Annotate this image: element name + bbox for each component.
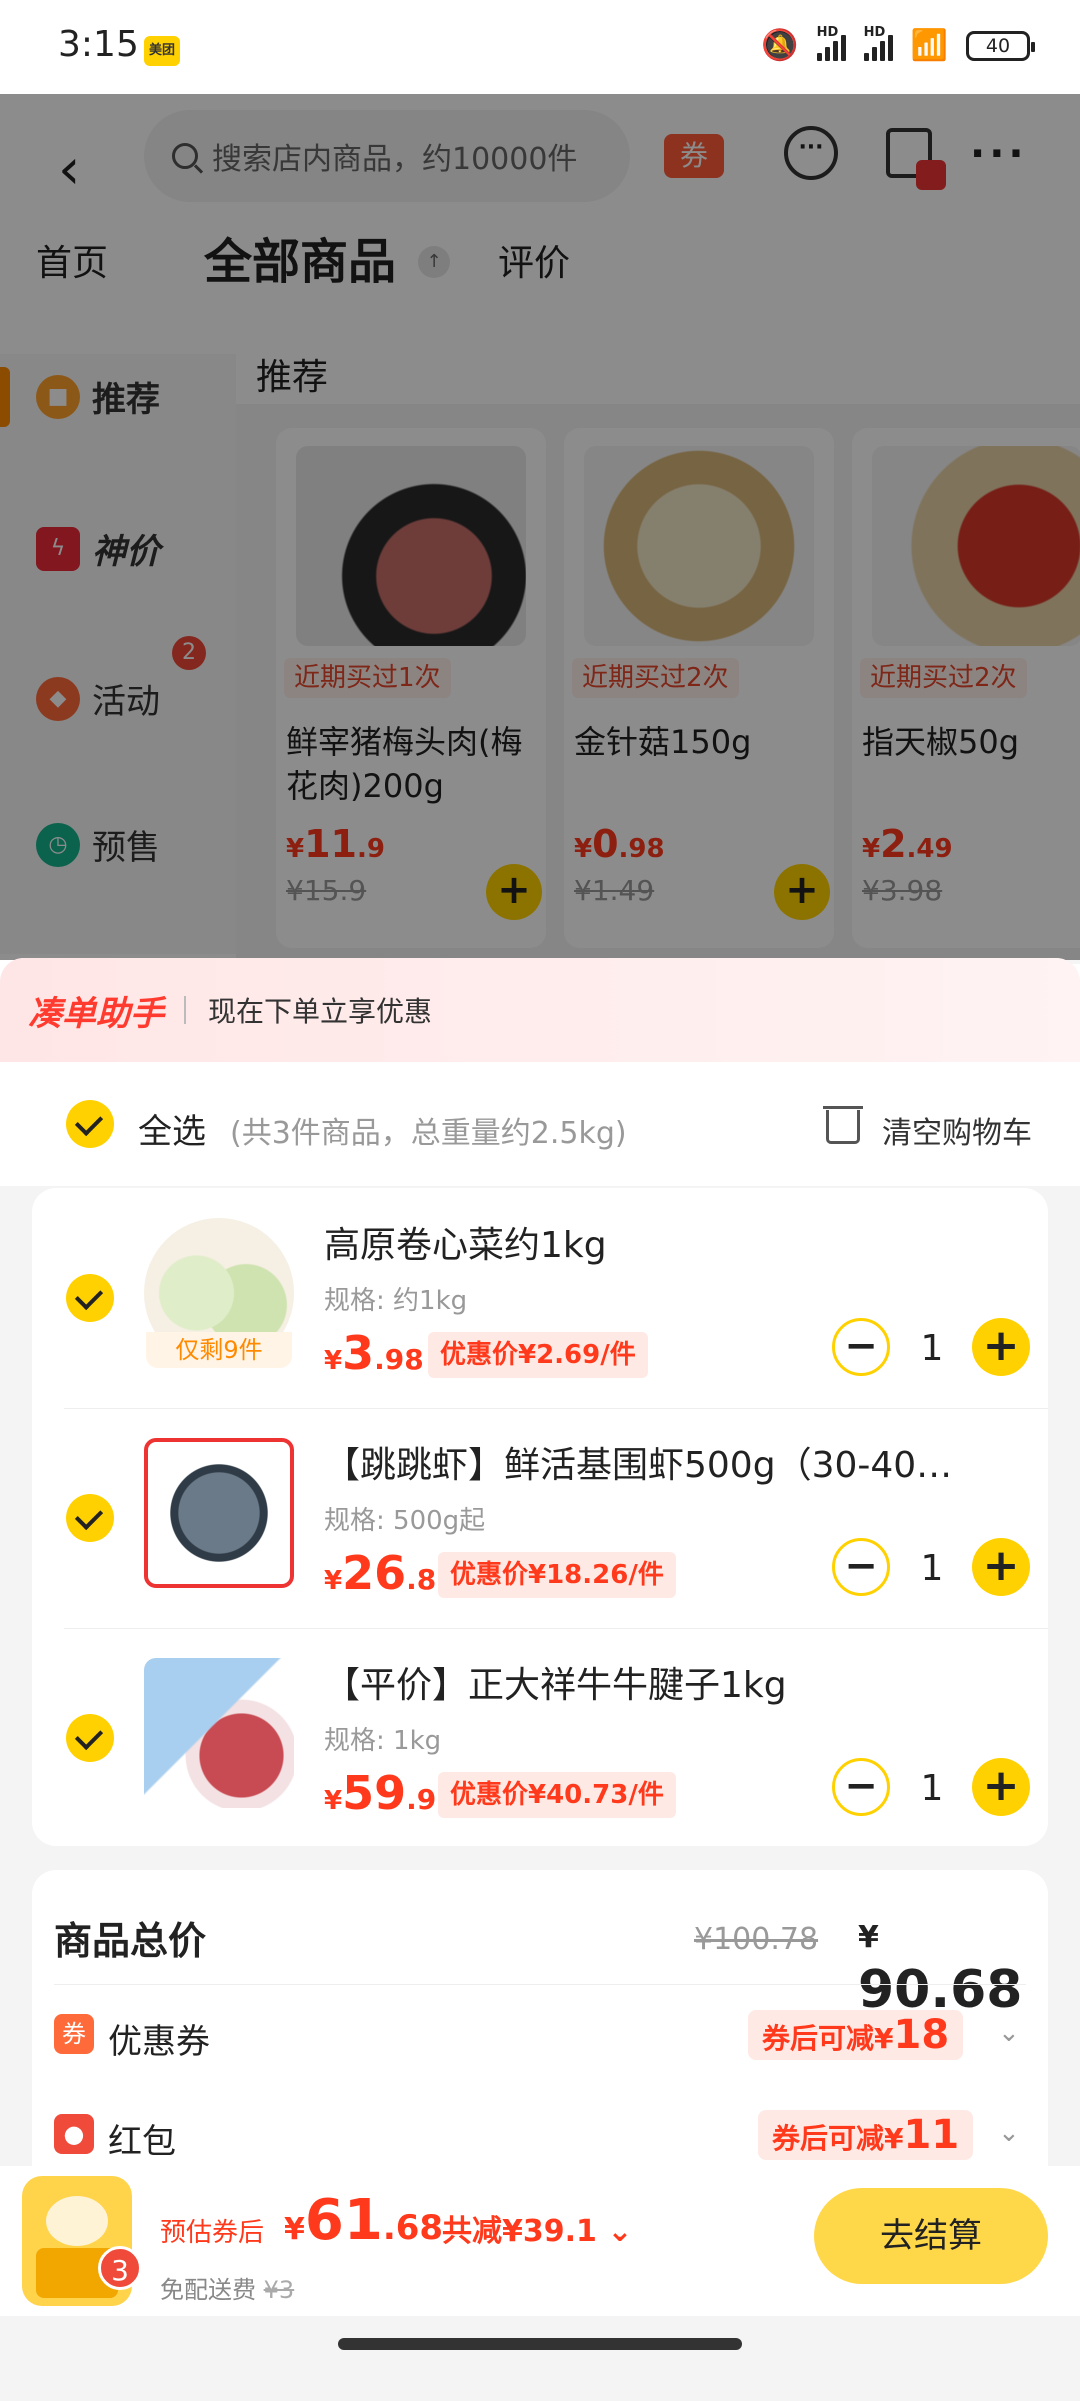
checkout-bar: 3 预估券后 ¥61.68 共减¥39.1 ⌄ 免配送费 ¥3 去结算 bbox=[0, 2166, 1080, 2316]
cart-item[interactable]: 【平价】正大祥牛牛腱子1kg 规格: 1kg ¥59.9 优惠价¥40.73/件… bbox=[32, 1628, 1048, 1848]
item-name: 【跳跳虾】鲜活基围虾500g（30-40… bbox=[324, 1445, 953, 1486]
assistant-brand: 凑单助手 bbox=[28, 993, 164, 1034]
dim-overlay[interactable] bbox=[0, 94, 1080, 960]
status-bar: 3:15 美团 🔕 HD HD 📶 40 bbox=[0, 0, 1080, 94]
discount-price-tag: 优惠价¥2.69/件 bbox=[428, 1332, 648, 1378]
total-savings[interactable]: 共减¥39.1 ⌄ bbox=[442, 2206, 633, 2250]
item-spec: 规格: 1kg bbox=[324, 1726, 442, 1756]
cart-summary-info: (共3件商品，总重量约2.5kg) bbox=[230, 1116, 627, 1151]
item-image bbox=[144, 1658, 294, 1808]
cart-items-list: 仅剩9件 高原卷心菜约1kg 规格: 约1kg ¥3.98 优惠价¥2.69/件… bbox=[32, 1188, 1048, 1846]
discount-price-tag: 优惠价¥40.73/件 bbox=[438, 1772, 676, 1818]
chevron-down-icon: ⌄ bbox=[998, 2018, 1020, 2048]
total-price-label: 商品总价 bbox=[54, 1919, 207, 1963]
coupon-label: 优惠券 bbox=[108, 2022, 210, 2062]
battery-icon: 40 bbox=[966, 30, 1035, 61]
checkout-button[interactable]: 去结算 bbox=[814, 2188, 1048, 2284]
stock-badge: 仅剩9件 bbox=[146, 1332, 292, 1368]
item-price: ¥3.98 bbox=[324, 1326, 424, 1380]
item-price: ¥26.8 bbox=[324, 1546, 437, 1600]
item-spec: 规格: 500g起 bbox=[324, 1506, 486, 1536]
increase-quantity-button[interactable]: + bbox=[972, 1318, 1030, 1376]
select-all-label[interactable]: 全选 bbox=[138, 1104, 206, 1153]
item-name: 【平价】正大祥牛牛腱子1kg bbox=[324, 1665, 787, 1706]
red-packet-icon: ● bbox=[54, 2114, 94, 2154]
chevron-down-icon: ⌄ bbox=[607, 2214, 633, 2249]
item-name: 高原卷心菜约1kg bbox=[324, 1225, 607, 1266]
assistant-text: 现在下单立享优惠 bbox=[208, 995, 433, 1028]
trash-icon[interactable] bbox=[823, 1106, 863, 1144]
item-image bbox=[144, 1438, 294, 1588]
home-indicator[interactable] bbox=[338, 2338, 742, 2350]
cart-mascot-icon[interactable]: 3 bbox=[22, 2176, 142, 2306]
meituan-app-icon: 美团 bbox=[144, 36, 180, 66]
increase-quantity-button[interactable]: + bbox=[972, 1538, 1030, 1596]
estimated-label: 预估券后 bbox=[160, 2218, 265, 2248]
item-quantity: 1 bbox=[920, 1768, 944, 1809]
cart-count-badge: 3 bbox=[98, 2246, 142, 2290]
coupon-saving: 券后可减¥18 bbox=[748, 2010, 964, 2060]
cart-item[interactable]: 仅剩9件 高原卷心菜约1kg 规格: 约1kg ¥3.98 优惠价¥2.69/件… bbox=[32, 1188, 1048, 1408]
select-all-checkbox[interactable] bbox=[66, 1100, 114, 1148]
item-checkbox[interactable] bbox=[66, 1274, 114, 1322]
divider bbox=[184, 996, 186, 1024]
original-total: ¥100.78 bbox=[694, 1922, 819, 1957]
decrease-quantity-button[interactable]: − bbox=[832, 1758, 890, 1816]
cart-panel: 凑单助手 现在下单立享优惠 全选 (共3件商品，总重量约2.5kg) 清空购物车… bbox=[0, 958, 1080, 2401]
wifi-icon: 📶 bbox=[910, 28, 948, 63]
item-checkbox[interactable] bbox=[66, 1714, 114, 1762]
mascot-face bbox=[46, 2196, 108, 2246]
decrease-quantity-button[interactable]: − bbox=[832, 1538, 890, 1596]
status-icons: 🔕 HD HD 📶 40 bbox=[761, 25, 1035, 63]
discount-price-tag: 优惠价¥18.26/件 bbox=[438, 1552, 676, 1598]
status-time: 3:15 bbox=[58, 24, 139, 65]
item-checkbox[interactable] bbox=[66, 1494, 114, 1542]
estimated-price: ¥61.68 bbox=[284, 2188, 444, 2253]
signal-icon-2: HD bbox=[863, 25, 893, 61]
clear-cart-button[interactable]: 清空购物车 bbox=[882, 1108, 1032, 1152]
item-spec: 规格: 约1kg bbox=[324, 1286, 468, 1316]
cart-item[interactable]: 【跳跳虾】鲜活基围虾500g（30-40… 规格: 500g起 ¥26.8 优惠… bbox=[32, 1408, 1048, 1628]
coupon-row[interactable]: 券 优惠券 券后可减¥18 ⌄ bbox=[32, 1984, 1048, 2084]
signal-icon: HD bbox=[816, 25, 846, 61]
delivery-fee: 免配送费 ¥3 bbox=[160, 2276, 295, 2304]
price-summary: 商品总价 ¥100.78 ¥ 90.68 券 优惠券 券后可减¥18 ⌄ ● 红… bbox=[32, 1870, 1048, 2188]
red-packet-saving: 券后可减¥11 bbox=[758, 2110, 974, 2160]
coupon-icon: 券 bbox=[54, 2014, 94, 2054]
mute-bell-icon: 🔕 bbox=[761, 28, 799, 63]
select-all-row: 全选 (共3件商品，总重量约2.5kg) 清空购物车 bbox=[0, 1062, 1080, 1186]
item-price: ¥59.9 bbox=[324, 1766, 437, 1820]
order-assistant-banner[interactable]: 凑单助手 现在下单立享优惠 bbox=[0, 958, 1080, 1062]
increase-quantity-button[interactable]: + bbox=[972, 1758, 1030, 1816]
item-quantity: 1 bbox=[920, 1328, 944, 1369]
item-quantity: 1 bbox=[920, 1548, 944, 1589]
red-packet-label: 红包 bbox=[108, 2122, 176, 2162]
decrease-quantity-button[interactable]: − bbox=[832, 1318, 890, 1376]
chevron-down-icon: ⌄ bbox=[998, 2118, 1020, 2148]
